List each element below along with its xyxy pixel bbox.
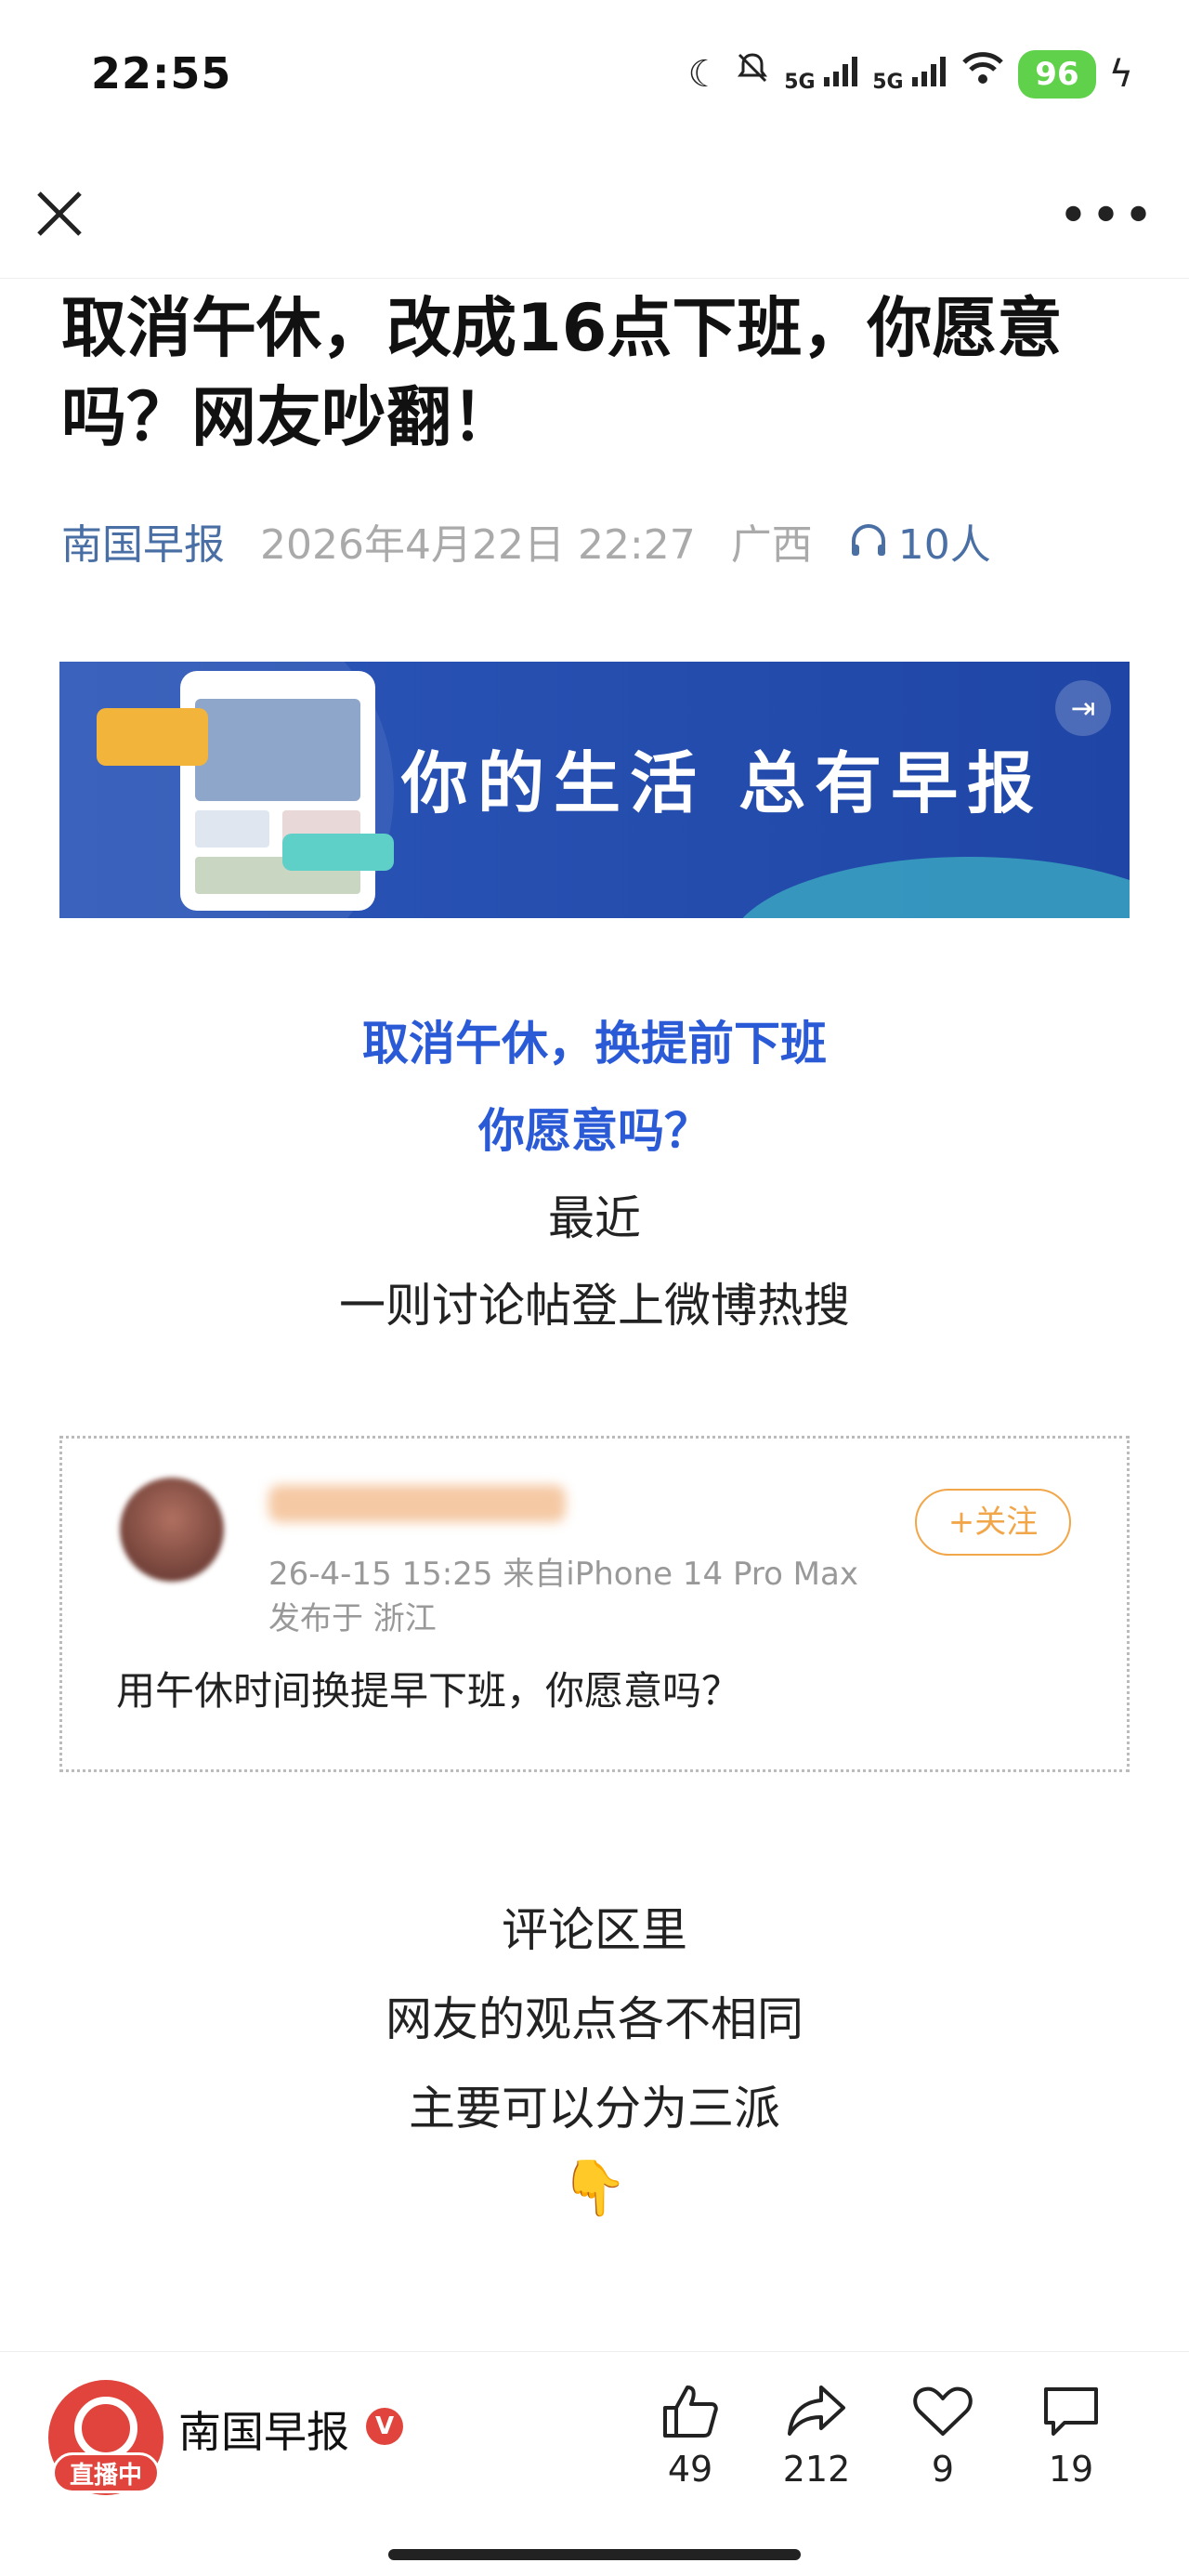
headphones-icon bbox=[851, 524, 885, 556]
lead-blue-line-1: 取消午休，换提前下班 bbox=[362, 1017, 827, 1071]
favorite-button[interactable]: 9 bbox=[892, 2382, 994, 2490]
like-button[interactable]: 49 bbox=[639, 2382, 741, 2490]
phone-photo bbox=[195, 699, 360, 801]
live-badge[interactable]: 直播中 bbox=[52, 2452, 160, 2493]
signal-5g-icon: 5G bbox=[784, 55, 859, 94]
listeners-count: 10人 bbox=[897, 521, 991, 569]
listen-button[interactable]: 10人 bbox=[848, 511, 991, 571]
article-meta: 南国早报 2026年4月22日 22:27 广西 10人 bbox=[61, 511, 991, 571]
status-icons: ☾ 5G 5G 96 ϟ bbox=[687, 48, 1133, 100]
close-icon[interactable] bbox=[32, 186, 87, 242]
share-button[interactable]: 212 bbox=[765, 2382, 868, 2490]
home-indicator[interactable] bbox=[388, 2549, 801, 2560]
publish-location: 广西 bbox=[730, 521, 813, 569]
source-link[interactable]: 南国早报 bbox=[61, 511, 225, 571]
signal-5g-icon-2: 5G bbox=[872, 55, 947, 94]
pointing-down-icon: 👇 bbox=[560, 2156, 629, 2219]
thumbs-up-icon bbox=[663, 2385, 718, 2438]
network-label: 5G bbox=[784, 71, 816, 94]
wifi-icon bbox=[960, 48, 1005, 100]
lead2-line-3: 主要可以分为三派 bbox=[409, 2082, 780, 2136]
blurred-username bbox=[268, 1485, 566, 1522]
lead-blue-line-2: 你愿意吗？ bbox=[478, 1104, 711, 1158]
brand-name[interactable]: 南国早报 bbox=[178, 2399, 349, 2460]
post-content: 用午休时间换提早下班，你愿意吗？ bbox=[116, 1668, 741, 1714]
banner-card-teal bbox=[282, 834, 394, 871]
status-bar: 22:55 ☾ 5G 5G 96 ϟ bbox=[0, 0, 1189, 149]
battery-indicator: 96 bbox=[1018, 50, 1096, 99]
post-time-device: 26-4-15 15:25 来自iPhone 14 Pro Max bbox=[268, 1556, 858, 1593]
share-icon bbox=[788, 2385, 845, 2436]
follow-button[interactable]: +关注 bbox=[915, 1489, 1071, 1556]
moon-icon: ☾ bbox=[687, 53, 722, 96]
exit-icon[interactable]: ⇥ bbox=[1055, 680, 1111, 736]
lead2-line-1: 评论区里 bbox=[502, 1903, 687, 1957]
charging-icon: ϟ bbox=[1108, 53, 1133, 96]
lead2-line-2: 网友的观点各不相同 bbox=[385, 1992, 804, 2046]
verified-badge: V bbox=[366, 2408, 403, 2445]
promo-banner[interactable]: 你的生活 总有早报 ⇥ bbox=[59, 662, 1130, 918]
phone-tile-1 bbox=[195, 810, 269, 848]
lead-line-1: 最近 bbox=[548, 1191, 641, 1245]
banner-card-yellow bbox=[97, 708, 208, 766]
embedded-weibo-post[interactable]: 26-4-15 15:25 来自iPhone 14 Pro Max 发布于 浙江… bbox=[59, 1436, 1130, 1772]
banner-decor-hill bbox=[728, 857, 1130, 918]
comment-button[interactable]: 19 bbox=[1020, 2382, 1122, 2490]
post-location: 发布于 浙江 bbox=[268, 1600, 437, 1637]
network-label-2: 5G bbox=[872, 71, 904, 94]
logo-ring bbox=[74, 2397, 137, 2460]
avatar bbox=[120, 1478, 224, 1582]
like-count: 49 bbox=[667, 2449, 713, 2490]
heart-icon bbox=[913, 2386, 973, 2436]
top-nav: ••• bbox=[0, 158, 1189, 279]
lead-line-2: 一则讨论帖登上微博热搜 bbox=[339, 1279, 850, 1333]
mute-bell-icon bbox=[734, 48, 771, 100]
share-count: 212 bbox=[782, 2449, 851, 2490]
article-title: 取消午休，改成16点下班，你愿意吗？网友吵翻！ bbox=[61, 290, 1063, 455]
more-options-icon[interactable]: ••• bbox=[1058, 191, 1156, 243]
clock: 22:55 bbox=[91, 48, 232, 99]
bottom-action-bar: 直播中 南国早报 V 49 212 9 19 bbox=[0, 2351, 1189, 2576]
phone-illustration bbox=[180, 671, 375, 911]
publish-datetime: 2026年4月22日 22:27 bbox=[260, 521, 696, 569]
favorite-count: 9 bbox=[931, 2449, 955, 2490]
banner-slogan: 你的生活 总有早报 bbox=[401, 744, 1044, 822]
comment-icon bbox=[1044, 2387, 1098, 2436]
comment-count: 19 bbox=[1048, 2449, 1094, 2490]
